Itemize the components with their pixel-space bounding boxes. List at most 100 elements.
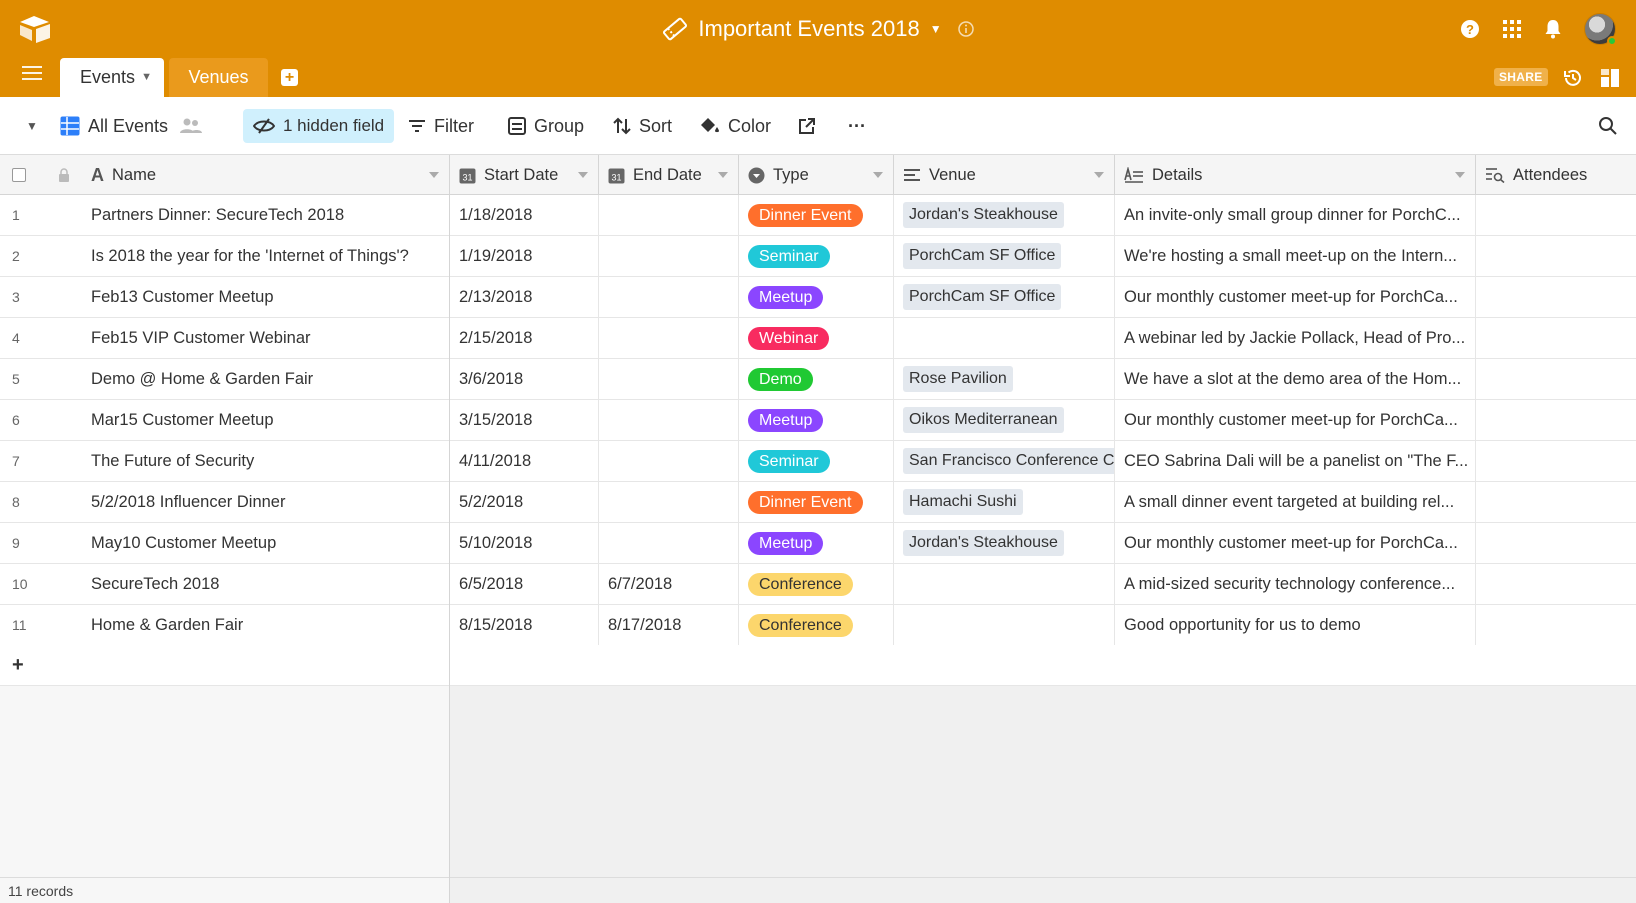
venue-link-tag[interactable]: Jordan's Steakhouse	[903, 530, 1064, 556]
cell-attendees[interactable]	[1476, 482, 1636, 522]
add-record-icon[interactable]: +	[12, 654, 24, 677]
cell-start-date[interactable]: 2/15/2018	[450, 318, 599, 358]
cell-type[interactable]: Meetup	[739, 523, 894, 563]
column-menu-icon[interactable]	[1094, 172, 1104, 178]
tab-events-caret-icon[interactable]: ▼	[141, 58, 152, 97]
cell-end-date[interactable]	[599, 236, 739, 276]
more-options-button[interactable]: ···	[848, 97, 866, 155]
cell-attendees[interactable]	[1476, 564, 1636, 604]
venue-link-tag[interactable]: Hamachi Sushi	[903, 489, 1023, 515]
cell-start-date[interactable]: 1/19/2018	[450, 236, 599, 276]
cell-type[interactable]: Webinar	[739, 318, 894, 358]
cell-end-date[interactable]	[599, 195, 739, 235]
cell-venue[interactable]: Hamachi Sushi	[894, 482, 1115, 522]
cell-type[interactable]: Demo	[739, 359, 894, 399]
cell-end-date[interactable]	[599, 359, 739, 399]
notifications-bell-icon[interactable]	[1544, 19, 1562, 39]
cell-end-date[interactable]	[599, 400, 739, 440]
cell-type[interactable]: Dinner Event	[739, 482, 894, 522]
column-header-details[interactable]: Details	[1115, 155, 1476, 195]
cell-venue[interactable]: Oikos Mediterranean	[894, 400, 1115, 440]
hidden-fields-button[interactable]: 1 hidden field	[243, 109, 395, 143]
cell-venue[interactable]: PorchCam SF Office	[894, 236, 1115, 276]
column-menu-icon[interactable]	[873, 172, 883, 178]
cell-name[interactable]: Partners Dinner: SecureTech 2018	[82, 195, 450, 235]
cell-start-date[interactable]: 3/6/2018	[450, 359, 599, 399]
cell-type[interactable]: Meetup	[739, 277, 894, 317]
cell-end-date[interactable]	[599, 482, 739, 522]
cell-venue[interactable]: Jordan's Steakhouse	[894, 523, 1115, 563]
table-row[interactable]: 10 SecureTech 2018 6/5/2018 6/7/2018 Confere…	[0, 564, 1636, 605]
cell-start-date[interactable]: 5/10/2018	[450, 523, 599, 563]
cell-venue[interactable]: Rose Pavilion	[894, 359, 1115, 399]
cell-type[interactable]: Meetup	[739, 400, 894, 440]
history-icon[interactable]	[1562, 67, 1584, 89]
user-avatar[interactable]	[1584, 13, 1617, 46]
cell-venue[interactable]: Jordan's Steakhouse	[894, 195, 1115, 235]
cell-details[interactable]: We have a slot at the demo area of the H…	[1115, 359, 1476, 399]
cell-venue[interactable]: PorchCam SF Office	[894, 277, 1115, 317]
cell-details[interactable]: Our monthly customer meet-up for PorchCa…	[1115, 277, 1476, 317]
cell-start-date[interactable]: 3/15/2018	[450, 400, 599, 440]
cell-end-date[interactable]	[599, 441, 739, 481]
cell-venue[interactable]	[894, 564, 1115, 604]
column-menu-icon[interactable]	[429, 172, 439, 178]
cell-attendees[interactable]	[1476, 400, 1636, 440]
cell-attendees[interactable]	[1476, 523, 1636, 563]
cell-type[interactable]: Seminar	[739, 236, 894, 276]
venue-link-tag[interactable]: PorchCam SF Office	[903, 284, 1062, 310]
cell-details[interactable]: A small dinner event targeted at buildin…	[1115, 482, 1476, 522]
cell-details[interactable]: An invite-only small group dinner for Po…	[1115, 195, 1476, 235]
tab-events[interactable]: Events ▼	[60, 58, 164, 97]
cell-type[interactable]: Dinner Event	[739, 195, 894, 235]
sort-button[interactable]: Sort	[613, 97, 672, 155]
cell-attendees[interactable]	[1476, 318, 1636, 358]
cell-attendees[interactable]	[1476, 277, 1636, 317]
base-title[interactable]: Important Events 2018 ▼	[662, 12, 974, 46]
search-icon[interactable]	[1598, 116, 1618, 136]
menu-hamburger-icon[interactable]	[22, 66, 42, 84]
color-button[interactable]: Color	[700, 97, 771, 155]
tab-venues[interactable]: Venues	[169, 58, 268, 97]
cell-details[interactable]: CEO Sabrina Dali will be a panelist on "…	[1115, 441, 1476, 481]
cell-start-date[interactable]: 8/15/2018	[450, 605, 599, 645]
cell-name[interactable]: Demo @ Home & Garden Fair	[82, 359, 450, 399]
column-header-type[interactable]: Type	[739, 155, 894, 195]
cell-venue[interactable]: San Francisco Conference C	[894, 441, 1115, 481]
cell-name[interactable]: Is 2018 the year for the 'Internet of Th…	[82, 236, 450, 276]
table-row[interactable]: 5 Demo @ Home & Garden Fair 3/6/2018 Demo Ro…	[0, 359, 1636, 400]
cell-type[interactable]: Conference	[739, 564, 894, 604]
venue-link-tag[interactable]: Rose Pavilion	[903, 366, 1013, 392]
cell-details[interactable]: Our monthly customer meet-up for PorchCa…	[1115, 400, 1476, 440]
cell-end-date[interactable]	[599, 277, 739, 317]
cell-details[interactable]: Our monthly customer meet-up for PorchCa…	[1115, 523, 1476, 563]
group-button[interactable]: Group	[508, 97, 584, 155]
table-row[interactable]: 4 Feb15 VIP Customer Webinar 2/15/2018 Webi…	[0, 318, 1636, 359]
frozen-column-divider[interactable]	[449, 155, 450, 903]
cell-name[interactable]: May10 Customer Meetup	[82, 523, 450, 563]
column-menu-icon[interactable]	[718, 172, 728, 178]
add-table-icon[interactable]: +	[281, 69, 298, 86]
venue-link-tag[interactable]: San Francisco Conference C	[903, 448, 1114, 474]
cell-name[interactable]: 5/2/2018 Influencer Dinner	[82, 482, 450, 522]
cell-type[interactable]: Conference	[739, 605, 894, 645]
cell-name[interactable]: Mar15 Customer Meetup	[82, 400, 450, 440]
cell-attendees[interactable]	[1476, 359, 1636, 399]
airtable-logo-icon[interactable]	[18, 14, 52, 44]
cell-end-date[interactable]: 6/7/2018	[599, 564, 739, 604]
cell-start-date[interactable]: 4/11/2018	[450, 441, 599, 481]
venue-link-tag[interactable]: PorchCam SF Office	[903, 243, 1062, 269]
column-header-end-date[interactable]: 31 End Date	[599, 155, 739, 195]
venue-link-tag[interactable]: Oikos Mediterranean	[903, 407, 1064, 433]
column-header-name[interactable]: A Name	[82, 155, 450, 195]
share-button[interactable]: SHARE	[1494, 68, 1548, 86]
cell-venue[interactable]	[894, 318, 1115, 358]
cell-name[interactable]: Feb13 Customer Meetup	[82, 277, 450, 317]
table-row[interactable]: 3 Feb13 Customer Meetup 2/13/2018 Meetup Por…	[0, 277, 1636, 318]
cell-name[interactable]: Home & Garden Fair	[82, 605, 450, 645]
help-icon[interactable]: ?	[1460, 19, 1480, 39]
table-row[interactable]: 7 The Future of Security 4/11/2018 Seminar S…	[0, 441, 1636, 482]
cell-attendees[interactable]	[1476, 236, 1636, 276]
cell-details[interactable]: We're hosting a small meet-up on the Int…	[1115, 236, 1476, 276]
cell-start-date[interactable]: 5/2/2018	[450, 482, 599, 522]
